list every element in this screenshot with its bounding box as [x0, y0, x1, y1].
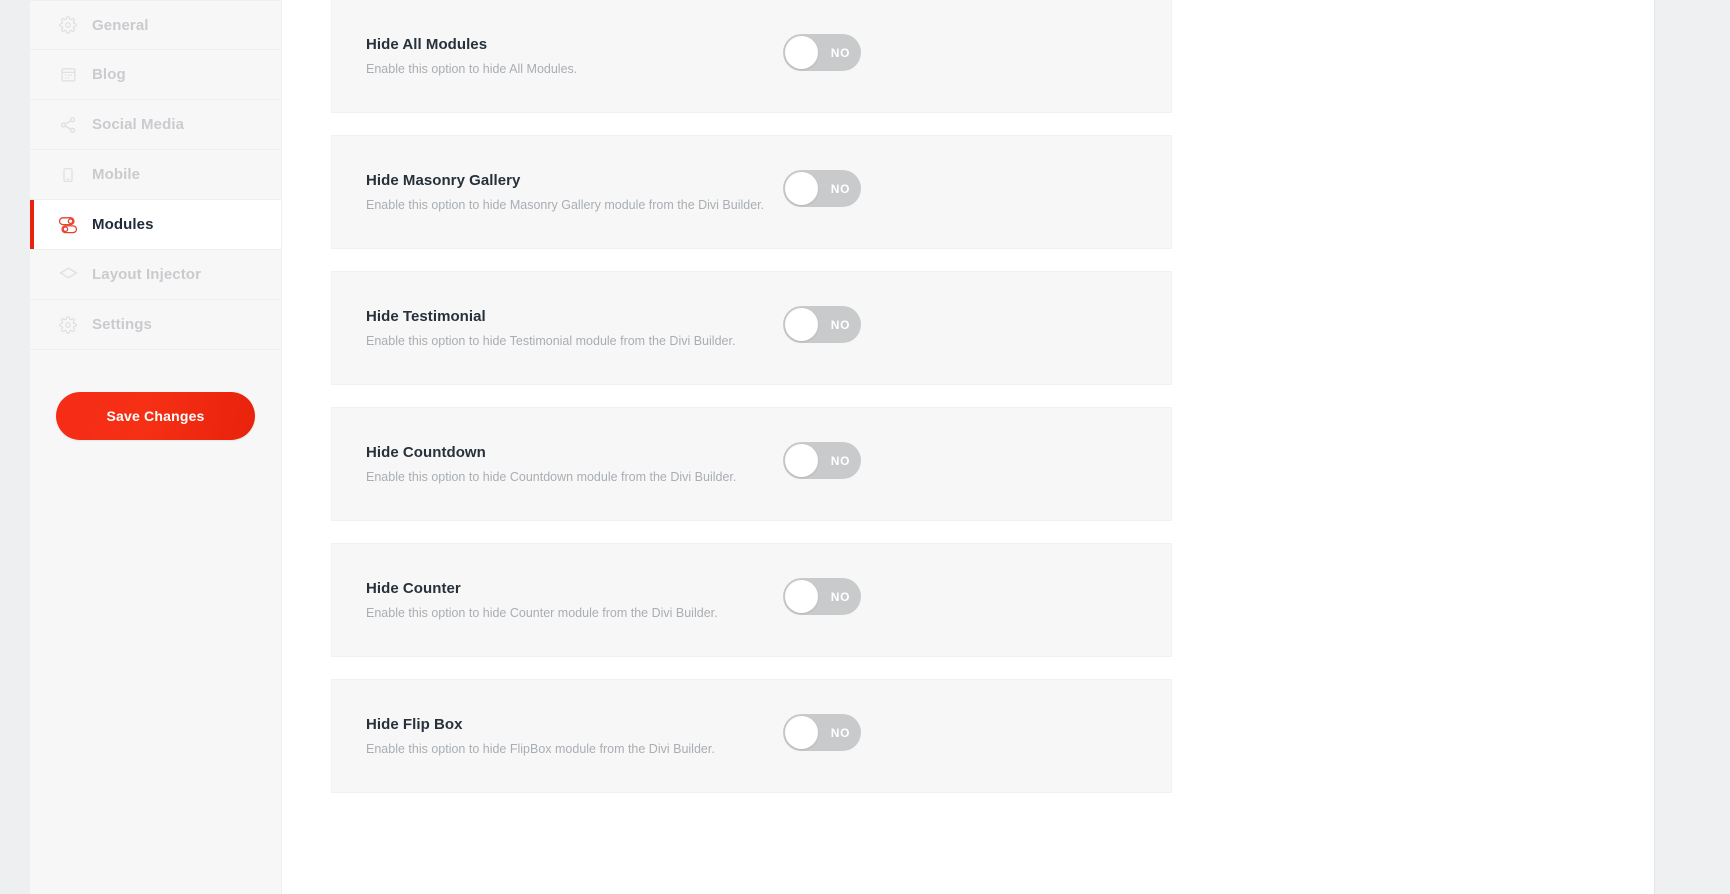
option-title: Hide Masonry Gallery: [366, 172, 521, 189]
sidebar-item-mobile[interactable]: Mobile: [30, 150, 281, 200]
sidebar-item-label: Mobile: [92, 166, 141, 183]
option-text: Hide Counter Enable this option to hide …: [366, 578, 766, 622]
sidebar-item-label: Blog: [92, 66, 126, 83]
toggle-knob: [785, 580, 818, 613]
toggle-switch-hide-counter[interactable]: NO: [783, 578, 861, 615]
option-card-hide-counter: Hide Counter Enable this option to hide …: [331, 543, 1172, 657]
toggle-switch-hide-countdown[interactable]: NO: [783, 442, 861, 479]
option-card-hide-testimonial: Hide Testimonial Enable this option to h…: [331, 271, 1172, 385]
left-gutter: [0, 0, 30, 894]
sidebar-item-blog[interactable]: Blog: [30, 50, 281, 100]
option-text: Hide Testimonial Enable this option to h…: [366, 306, 766, 350]
share-nodes-icon: [57, 114, 79, 136]
mobile-device-icon: [57, 164, 79, 186]
toggle-state-label: NO: [830, 181, 850, 196]
save-changes-button[interactable]: Save Changes: [56, 392, 255, 440]
toggle-switch-hide-testimonial[interactable]: NO: [783, 306, 861, 343]
options-list: Hide All Modules Enable this option to h…: [331, 0, 1461, 793]
toggle-knob: [785, 36, 818, 69]
sidebar-item-label: General: [92, 16, 149, 34]
gear-icon: [57, 314, 79, 336]
sidebar-nav: General Blog Social Media Mobile Modules…: [30, 0, 281, 350]
sidebar-actions: Save Changes: [30, 350, 281, 440]
right-panel: [1655, 0, 1730, 894]
option-title: Hide Counter: [366, 580, 461, 597]
toggle-switch-hide-all-modules[interactable]: NO: [783, 34, 861, 71]
toggle-knob: [785, 444, 818, 477]
option-text: Hide All Modules Enable this option to h…: [366, 34, 766, 78]
sidebar-item-label: Modules: [92, 216, 154, 233]
sidebar-item-label: Social Media: [92, 116, 185, 133]
toggle-state-label: NO: [830, 317, 850, 332]
settings-sidebar: General Blog Social Media Mobile Modules…: [30, 0, 282, 894]
gear-icon: [57, 14, 79, 36]
toggle-pair-icon: [57, 214, 79, 236]
sidebar-item-general[interactable]: General: [30, 0, 281, 50]
option-description: Enable this option to hide Countdown mod…: [366, 470, 737, 484]
toggle-knob: [785, 172, 818, 205]
app-screen: General Blog Social Media Mobile Modules…: [0, 0, 1730, 894]
option-text: Hide Countdown Enable this option to hid…: [366, 442, 766, 486]
option-switch-wrap: NO: [766, 306, 1137, 343]
main-content: Hide All Modules Enable this option to h…: [282, 0, 1536, 894]
toggle-state-label: NO: [830, 453, 850, 468]
toggle-state-label: NO: [830, 725, 850, 740]
calendar-grid-icon: [57, 64, 79, 86]
option-switch-wrap: NO: [766, 578, 1137, 615]
right-white-rail: [1536, 0, 1654, 894]
sidebar-item-modules[interactable]: Modules: [30, 200, 281, 250]
toggle-switch-hide-masonry-gallery[interactable]: NO: [783, 170, 861, 207]
option-description: Enable this option to hide FlipBox modul…: [366, 742, 715, 756]
sidebar-item-label: Layout Injector: [92, 266, 202, 283]
option-title: Hide Testimonial: [366, 308, 486, 325]
option-switch-wrap: NO: [766, 170, 1137, 207]
option-card-hide-masonry-gallery: Hide Masonry Gallery Enable this option …: [331, 135, 1172, 249]
sidebar-item-social-media[interactable]: Social Media: [30, 100, 281, 150]
option-switch-wrap: NO: [766, 442, 1137, 479]
toggle-state-label: NO: [830, 589, 850, 604]
option-card-hide-flip-box: Hide Flip Box Enable this option to hide…: [331, 679, 1172, 793]
layers-icon: [57, 264, 79, 286]
toggle-knob: [785, 308, 818, 341]
toggle-state-label: NO: [830, 45, 850, 60]
option-title: Hide Countdown: [366, 444, 486, 461]
toggle-switch-hide-flip-box[interactable]: NO: [783, 714, 861, 751]
option-text: Hide Flip Box Enable this option to hide…: [366, 714, 766, 758]
option-description: Enable this option to hide All Modules.: [366, 62, 578, 76]
option-description: Enable this option to hide Testimonial m…: [366, 334, 736, 348]
toggle-knob: [785, 716, 818, 749]
option-description: Enable this option to hide Counter modul…: [366, 606, 718, 620]
sidebar-item-settings[interactable]: Settings: [30, 300, 281, 350]
option-title: Hide All Modules: [366, 36, 488, 53]
option-switch-wrap: NO: [766, 714, 1137, 751]
option-switch-wrap: NO: [766, 34, 1137, 71]
sidebar-item-layout-injector[interactable]: Layout Injector: [30, 250, 281, 300]
option-card-hide-countdown: Hide Countdown Enable this option to hid…: [331, 407, 1172, 521]
sidebar-item-label: Settings: [92, 316, 152, 333]
option-description: Enable this option to hide Masonry Galle…: [366, 198, 765, 212]
option-text: Hide Masonry Gallery Enable this option …: [366, 170, 766, 214]
option-card-hide-all-modules: Hide All Modules Enable this option to h…: [331, 0, 1172, 113]
option-title: Hide Flip Box: [366, 716, 463, 733]
